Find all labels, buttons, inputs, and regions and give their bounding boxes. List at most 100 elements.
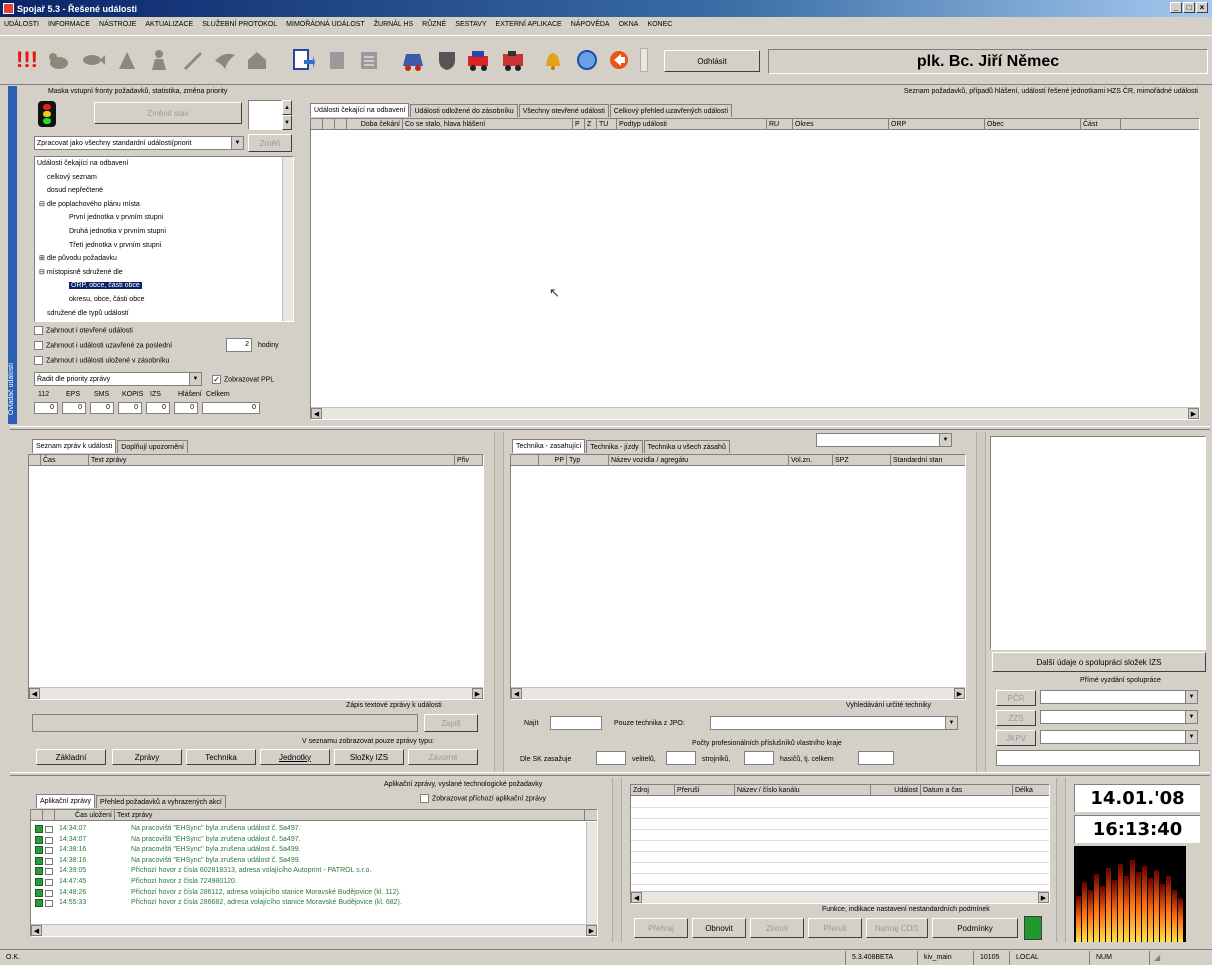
tree-item[interactable]: Třetí jednotka v prvním stupni [35, 239, 293, 253]
scroll-right-icon[interactable]: ▶ [1188, 408, 1199, 419]
cooperation-note-input[interactable] [996, 750, 1200, 766]
queue-tree[interactable]: Události čekající na odbavení celkový se… [34, 156, 294, 322]
bird-icon[interactable] [212, 47, 238, 73]
technika-filter-select[interactable]: ▼ [816, 433, 952, 447]
col-delka[interactable]: Délka [1013, 785, 1049, 796]
tab-technika-jizdy[interactable]: Technika - jízdy [586, 440, 643, 453]
log-row[interactable]: 14:34:07 Na pracovišti "EHSync" byla zruš… [31, 824, 583, 835]
col-typ[interactable]: Typ [567, 455, 609, 466]
col-obec[interactable]: Obec [985, 119, 1081, 130]
tools-icon[interactable] [180, 47, 206, 73]
checkbox-stacked-events[interactable]: Zahrnout i události uložené v zásobníku [34, 356, 169, 365]
col-udalost[interactable]: Událost [871, 785, 921, 796]
tree-item[interactable]: sdružené dle typů událostí [35, 307, 293, 321]
technika-table[interactable]: PP Typ Název vozidla / agregátu Vol.zn. … [510, 454, 966, 700]
shield-icon[interactable] [434, 47, 460, 73]
messages-table[interactable]: Čas Text zprávy Přiv ◀ ▶ [28, 454, 484, 700]
zasahuje-input[interactable] [596, 751, 626, 765]
grid-doc-icon[interactable] [356, 47, 382, 73]
zkous-button[interactable]: Zkouš [750, 918, 804, 938]
tab-requests[interactable]: Přehled požadavků a vyhrazených akcí [95, 795, 226, 808]
strojniku-input[interactable] [744, 751, 774, 765]
menu-zurnal-hs[interactable]: ŽURNÁL HS [374, 21, 413, 28]
traffic-light-icon[interactable] [38, 101, 56, 127]
house-icon[interactable] [244, 47, 270, 73]
zzs-button[interactable]: ZZS [996, 710, 1036, 726]
events-table[interactable]: Doba čekání Co se stalo, hlava hlášení P… [310, 118, 1200, 420]
recordings-table[interactable]: Zdroj Přeruší Název / číslo kanálu Událo… [630, 784, 1050, 904]
checkbox-icon[interactable] [34, 326, 43, 335]
zmen-button[interactable]: Změň [248, 134, 292, 152]
col-okres[interactable]: Okres [793, 119, 889, 130]
pcr-select[interactable]: ▼ [1040, 690, 1198, 704]
fish-icon[interactable] [80, 47, 106, 73]
menu-sestavy[interactable]: SESTAVY [455, 21, 486, 28]
tab-app-messages[interactable]: Aplikační zprávy [36, 794, 95, 808]
checkbox-icon[interactable] [34, 341, 43, 350]
splitter-vertical[interactable] [612, 778, 622, 942]
app-messages-vscrollbar[interactable] [586, 822, 597, 926]
tab-waiting[interactable]: Události čekající na odbavení [310, 103, 410, 117]
col-prerusi[interactable]: Přeruší [675, 785, 735, 796]
log-row[interactable]: 14:38:16 Na pracovišti "EHSync" byla zruš… [31, 856, 583, 867]
exit-icon[interactable] [606, 47, 632, 73]
scroll-left-icon[interactable]: ◀ [29, 688, 40, 699]
messages-hscrollbar[interactable]: ◀ ▶ [29, 687, 483, 699]
tree-icon[interactable] [114, 47, 140, 73]
tree-item[interactable]: ⊞ dle původu požadavku [35, 252, 293, 266]
checkbox-open-events[interactable]: Zahrnout i otevřené události [34, 326, 133, 335]
scroll-left-icon[interactable]: ◀ [31, 925, 42, 936]
splitter-vertical[interactable] [976, 432, 986, 772]
collapse-icon[interactable]: ⊟ [39, 201, 47, 208]
filter-zpravy-button[interactable]: Zprávy [112, 749, 182, 765]
message-input[interactable] [32, 714, 418, 732]
odhlasit-button[interactable]: Odhlásit [664, 50, 760, 72]
fire-truck-icon[interactable] [466, 47, 492, 73]
filter-jednotky-button[interactable]: Jednotky [260, 749, 330, 765]
show-app-messages-checkbox[interactable]: Zobrazovat příchozí aplikační zprávy [420, 794, 546, 803]
tree-item[interactable]: ⊟ místopisně sdružené dle [35, 266, 293, 280]
fire-vehicle-icon[interactable] [400, 47, 426, 73]
menu-mimoradna-udalost[interactable]: MIMOŘÁDNÁ UDÁLOST [286, 21, 365, 28]
collapse-icon[interactable]: ⊟ [39, 269, 47, 276]
checkbox-icon[interactable] [34, 356, 43, 365]
tree-item[interactable]: Události čekající na odbavení [35, 157, 293, 171]
col-spz[interactable]: SPZ [833, 455, 891, 466]
tree-item[interactable]: dosud nepřečtené [35, 184, 293, 198]
technika-hscrollbar[interactable]: ◀ ▶ [511, 687, 965, 699]
tree-item[interactable]: celkový seznam [35, 171, 293, 185]
sort-select[interactable]: Řadit dle priority zprávy ▼ [34, 372, 202, 386]
scroll-left-icon[interactable]: ◀ [511, 688, 522, 699]
zzs-select[interactable]: ▼ [1040, 710, 1198, 724]
checkbox-icon[interactable] [420, 794, 429, 803]
col-cast[interactable]: Část [1081, 119, 1121, 130]
podminky-button[interactable]: Podmínky [932, 918, 1018, 938]
scroll-left-icon[interactable]: ◀ [311, 408, 322, 419]
col-orp[interactable]: ORP [889, 119, 985, 130]
jkpv-button[interactable]: JKPV [996, 730, 1036, 746]
app-messages-table[interactable]: Čas uložení Text zprávy 14:34:07 Na praco… [30, 809, 598, 937]
log-row[interactable]: 14:34:07 Na pracovišti "EHSync" byla zruš… [31, 835, 583, 846]
dalsi-udaje-button[interactable]: Další údaje o spolupráci složek IZS [992, 652, 1206, 672]
col-p[interactable]: P [573, 119, 585, 130]
col-ru[interactable]: RU [767, 119, 793, 130]
col-nazev-kanalu[interactable]: Název / číslo kanálu [735, 785, 871, 796]
recordings-hscrollbar[interactable]: ◀ ▶ [631, 891, 1049, 903]
col-priv[interactable]: Přiv [455, 455, 483, 466]
scroll-right-icon[interactable]: ▶ [586, 925, 597, 936]
prerus-button[interactable]: Přeruš [808, 918, 862, 938]
velitelu-input[interactable] [666, 751, 696, 765]
spin-down-button[interactable]: ▼ [282, 115, 292, 130]
person-icon[interactable] [146, 47, 172, 73]
app-messages-hscrollbar[interactable]: ◀ ▶ [31, 924, 597, 936]
filter-zavorne-button[interactable]: Závorné [408, 749, 478, 765]
pcr-button[interactable]: PČR [996, 690, 1036, 706]
ambulance-icon[interactable] [500, 47, 526, 73]
filter-izs-button[interactable]: Složky IZS [334, 749, 404, 765]
tab-closed[interactable]: Celkový přehled uzavřených událostí [609, 104, 733, 117]
menu-nastroje[interactable]: NÁSTROJE [99, 21, 136, 28]
tab-open[interactable]: Všechny otevřené události [518, 104, 609, 117]
scroll-right-icon[interactable]: ▶ [954, 688, 965, 699]
menu-konec[interactable]: KONEC [647, 21, 672, 28]
log-row[interactable]: 14:39:05 Příchozí hovor z čísla 602818313… [31, 866, 583, 877]
